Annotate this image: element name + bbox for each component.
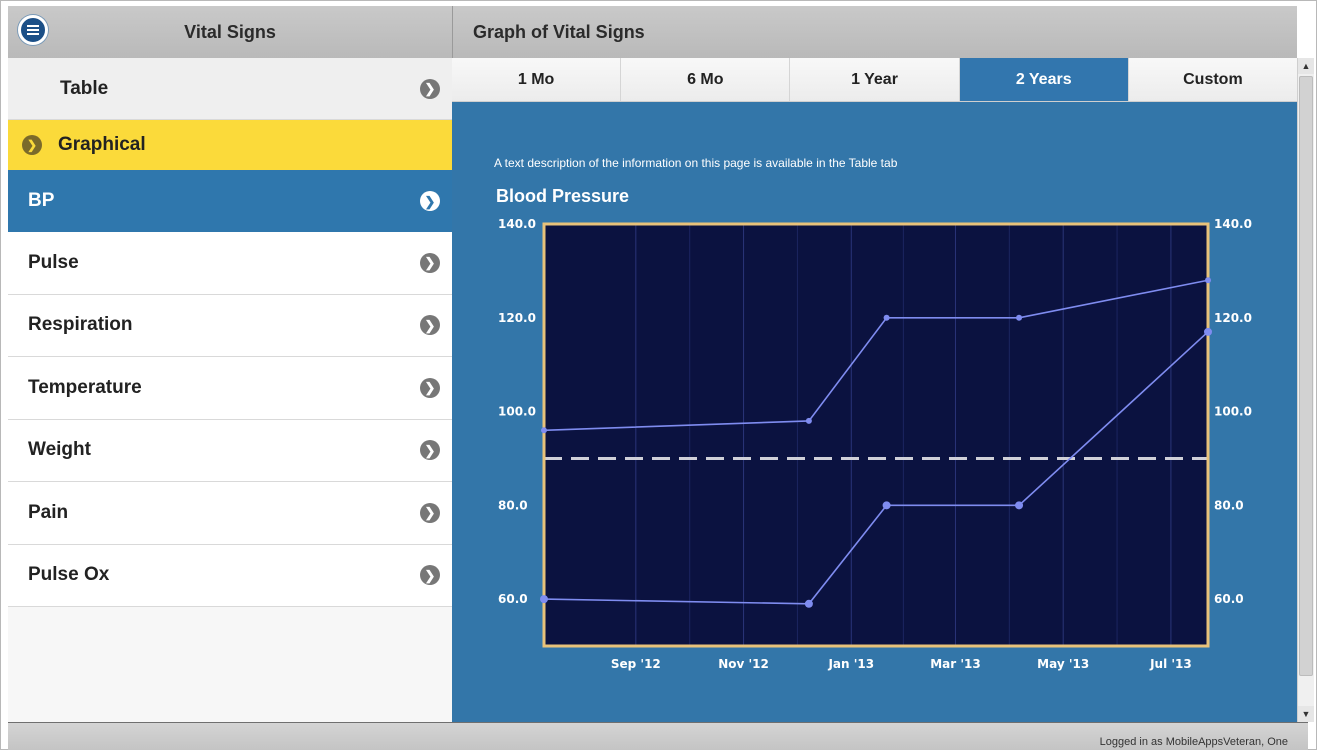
x-tick-label: May '13 xyxy=(1037,657,1089,671)
sidebar-item-weight[interactable]: Weight ❯ xyxy=(8,419,452,482)
sidebar-item-bp[interactable]: BP ❯ xyxy=(8,170,452,232)
data-point xyxy=(540,595,548,604)
sidebar-item-label: BP xyxy=(28,190,55,211)
data-point xyxy=(1205,277,1211,284)
sidebar-item-label: Respiration xyxy=(28,314,133,336)
data-point xyxy=(883,314,890,321)
data-point xyxy=(541,427,547,434)
sidebar-item-label: Weight xyxy=(28,439,91,461)
graphical-label: Graphical xyxy=(58,134,146,155)
y-tick-label-left: 80.0 xyxy=(498,498,528,512)
scroll-thumb[interactable] xyxy=(1299,76,1313,676)
graph-panel: Graph of Vital Signs 1 Mo 6 Mo 1 Year 2 … xyxy=(452,6,1298,722)
x-tick-label: Nov '12 xyxy=(718,657,769,671)
sidebar-item-label: Pulse Ox xyxy=(28,564,110,586)
table-label: Table xyxy=(60,77,109,99)
y-tick-label-right: 140.0 xyxy=(1214,217,1252,231)
vital-signs-panel: Vital Signs Table ❯ ❯ Graphical BP ❯ Pul… xyxy=(8,6,452,722)
data-point xyxy=(804,599,813,608)
sidebar-item-label: Pulse xyxy=(28,251,79,273)
vertical-scrollbar[interactable]: ▲ ▼ xyxy=(1297,58,1314,722)
chevron-right-icon: ❯ xyxy=(420,377,440,398)
sidebar-item-pain[interactable]: Pain ❯ xyxy=(8,482,452,545)
y-tick-label-left: 140.0 xyxy=(498,217,536,231)
x-tick-label: Mar '13 xyxy=(930,657,981,671)
data-point xyxy=(805,417,812,424)
data-point xyxy=(1016,314,1023,321)
chevron-right-icon: ❯ xyxy=(420,440,440,461)
vital-signs-title: Vital Signs xyxy=(184,21,276,42)
y-tick-label-right: 120.0 xyxy=(1214,311,1252,325)
y-tick-label-right: 80.0 xyxy=(1214,498,1244,512)
table-nav-item[interactable]: Table ❯ xyxy=(8,58,452,120)
chevron-right-icon: ❯ xyxy=(420,252,440,273)
scroll-down-icon[interactable]: ▼ xyxy=(1298,706,1314,722)
x-tick-label: Jul '13 xyxy=(1149,657,1192,671)
sidebar-item-pulse-ox[interactable]: Pulse Ox ❯ xyxy=(8,544,452,607)
data-point xyxy=(1015,501,1024,510)
sidebar-item-temperature[interactable]: Temperature ❯ xyxy=(8,357,452,420)
blood-pressure-chart: 140.0 140.0 120.0 120.0 100.0 100.0 80.0 80.0 60… xyxy=(498,217,1252,671)
y-tick-label-left: 120.0 xyxy=(498,311,536,325)
chevron-right-icon: ❯ xyxy=(420,191,440,211)
y-tick-label-left: 100.0 xyxy=(498,405,536,419)
x-tick-label: Sep '12 xyxy=(611,657,661,671)
scroll-up-icon[interactable]: ▲ xyxy=(1298,58,1314,74)
vital-signs-header: Vital Signs xyxy=(8,6,452,58)
chevron-right-icon: ❯ xyxy=(420,78,440,99)
data-point xyxy=(1204,327,1212,336)
data-point xyxy=(882,501,891,510)
y-tick-label-right: 60.0 xyxy=(1214,592,1244,606)
sidebar-item-pulse[interactable]: Pulse ❯ xyxy=(8,232,452,295)
plot-area xyxy=(544,224,1208,646)
chevron-down-icon: ❯ xyxy=(22,135,42,155)
logged-in-text: Logged in as MobileAppsVeteran, One xyxy=(1099,736,1288,748)
chevron-right-icon: ❯ xyxy=(420,502,440,523)
x-tick-label: Jan '13 xyxy=(827,657,874,671)
sidebar-item-respiration[interactable]: Respiration ❯ xyxy=(8,294,452,357)
y-tick-label-right: 100.0 xyxy=(1214,405,1252,419)
y-tick-label-left: 60.0 xyxy=(498,592,528,606)
menu-icon[interactable] xyxy=(18,15,48,45)
graphical-nav-item[interactable]: ❯ Graphical xyxy=(8,120,452,170)
chevron-right-icon: ❯ xyxy=(420,315,440,336)
chevron-right-icon: ❯ xyxy=(420,565,440,586)
sidebar-item-label: Temperature xyxy=(28,376,142,398)
status-footer: Logged in as MobileAppsVeteran, One xyxy=(8,722,1308,750)
sidebar-item-label: Pain xyxy=(28,501,69,523)
